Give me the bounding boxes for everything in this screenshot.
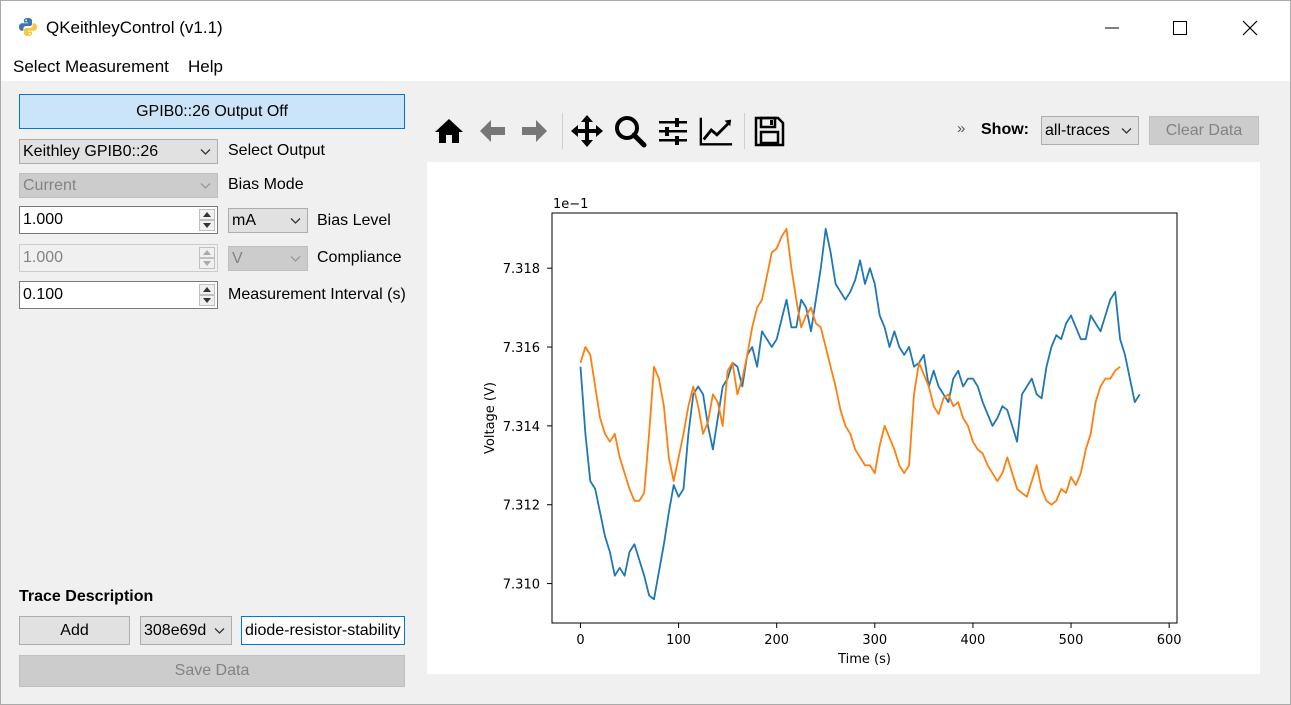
bias-mode-label: Bias Mode bbox=[228, 176, 304, 193]
clear-data-button[interactable]: Clear Data bbox=[1149, 116, 1259, 145]
back-icon bbox=[480, 120, 505, 142]
bias-mode-value: Current bbox=[23, 176, 77, 194]
pan-icon bbox=[571, 115, 603, 147]
bias-level-stepper[interactable] bbox=[199, 209, 215, 231]
x-tick-label: 600 bbox=[1157, 633, 1182, 648]
chevron-down-icon bbox=[290, 255, 301, 262]
bias-unit-select[interactable]: mA bbox=[228, 208, 308, 233]
x-tick-label: 300 bbox=[862, 633, 887, 648]
trace-description-input[interactable]: diode-resistor-stability bbox=[241, 616, 405, 645]
chevron-down-icon bbox=[214, 627, 225, 634]
pan-button[interactable] bbox=[569, 113, 605, 149]
forward-button[interactable] bbox=[517, 113, 553, 149]
show-label: Show: bbox=[981, 121, 1029, 138]
forward-icon bbox=[522, 120, 547, 142]
spin-down-icon[interactable] bbox=[199, 220, 215, 231]
zoom-button[interactable] bbox=[612, 113, 648, 149]
spin-up-icon[interactable] bbox=[199, 209, 215, 220]
title-bar: QKeithleyControl (v1.1) bbox=[1, 1, 1290, 55]
spin-up-icon[interactable] bbox=[199, 284, 215, 295]
maximize-icon bbox=[1173, 21, 1187, 35]
window-title: QKeithleyControl (v1.1) bbox=[46, 18, 223, 37]
save-figure-button[interactable] bbox=[751, 113, 787, 149]
menu-bar: Select Measurement Help bbox=[1, 55, 1290, 81]
chevron-down-icon bbox=[290, 217, 301, 224]
compliance-stepper[interactable] bbox=[199, 247, 215, 269]
series-line-2 bbox=[579, 227, 1121, 506]
maximize-button[interactable] bbox=[1145, 1, 1215, 55]
chevron-down-icon bbox=[1121, 127, 1132, 134]
edit-axis-button[interactable] bbox=[698, 113, 734, 149]
compliance-label: Compliance bbox=[317, 249, 402, 266]
trace-description-heading: Trace Description bbox=[19, 588, 154, 605]
toolbar-separator bbox=[562, 113, 563, 149]
spin-down-icon[interactable] bbox=[199, 295, 215, 306]
spin-down-icon[interactable] bbox=[199, 258, 215, 269]
compliance-value: 1.000 bbox=[23, 249, 64, 266]
toolbar-separator bbox=[744, 113, 745, 149]
add-trace-button[interactable]: Add bbox=[19, 616, 130, 645]
minimize-icon bbox=[1105, 27, 1119, 29]
menu-select-measurement[interactable]: Select Measurement bbox=[13, 57, 169, 77]
interval-stepper[interactable] bbox=[199, 284, 215, 306]
spin-up-icon[interactable] bbox=[199, 247, 215, 258]
y-offset-text: 1e−1 bbox=[553, 197, 588, 212]
show-traces-select[interactable]: all-traces bbox=[1041, 116, 1139, 145]
menu-help[interactable]: Help bbox=[188, 57, 223, 77]
minimize-button[interactable] bbox=[1077, 1, 1147, 55]
bias-unit-value: mA bbox=[232, 211, 256, 229]
x-tick-label: 100 bbox=[666, 633, 691, 648]
chevron-down-icon bbox=[200, 182, 211, 189]
app-window: QKeithleyControl (v1.1) Select Measureme… bbox=[0, 0, 1291, 705]
bias-level-input[interactable]: 1.000 bbox=[19, 206, 218, 234]
y-tick-label: 7.316 bbox=[503, 341, 540, 356]
x-tick-label: 500 bbox=[1059, 633, 1084, 648]
compliance-input[interactable]: 1.000 bbox=[19, 244, 218, 272]
y-tick-label: 7.312 bbox=[503, 499, 540, 514]
y-tick-label: 7.310 bbox=[503, 578, 540, 593]
save-icon bbox=[754, 116, 785, 147]
output-toggle-button[interactable]: GPIB0::26 Output Off bbox=[19, 94, 405, 129]
y-axis-label: Voltage (V) bbox=[483, 382, 498, 454]
interval-input[interactable]: 0.100 bbox=[19, 281, 218, 309]
toolbar-overflow-icon[interactable]: » bbox=[957, 120, 965, 137]
x-tick-label: 0 bbox=[576, 633, 584, 648]
python-logo-icon bbox=[19, 18, 37, 36]
x-axis-label: Time (s) bbox=[837, 652, 891, 667]
y-tick-label: 7.318 bbox=[503, 262, 540, 277]
bias-mode-select[interactable]: Current bbox=[19, 173, 218, 198]
voltage-chart: 0 100 200 300 400 500 600 7.310 7.312 7.314 7.316 7… bbox=[483, 197, 1182, 667]
show-traces-value: all-traces bbox=[1045, 121, 1110, 139]
device-select-value: Keithley GPIB0::26 bbox=[23, 142, 159, 160]
bias-level-value: 1.000 bbox=[23, 211, 64, 228]
home-icon bbox=[435, 119, 463, 143]
configure-subplots-button[interactable] bbox=[655, 113, 691, 149]
device-select[interactable]: Keithley GPIB0::26 bbox=[19, 139, 218, 164]
plot-canvas[interactable]: 0 100 200 300 400 500 600 7.310 7.312 7.314 7.316 7… bbox=[427, 162, 1260, 674]
interval-value: 0.100 bbox=[23, 286, 64, 303]
trace-description-value: diode-resistor-stability bbox=[245, 621, 401, 639]
close-icon bbox=[1242, 20, 1258, 36]
back-button[interactable] bbox=[474, 113, 510, 149]
compliance-unit-value: V bbox=[232, 249, 243, 267]
axes-frame bbox=[551, 212, 1178, 624]
trace-id-select[interactable]: 308e69d bbox=[140, 616, 232, 645]
save-data-button[interactable]: Save Data bbox=[19, 655, 405, 687]
edit-axis-icon bbox=[699, 117, 733, 146]
zoom-icon bbox=[615, 116, 647, 148]
bias-level-label: Bias Level bbox=[317, 212, 391, 229]
home-button[interactable] bbox=[431, 113, 467, 149]
compliance-unit-select[interactable]: V bbox=[228, 246, 308, 271]
configure-icon bbox=[659, 118, 687, 145]
y-tick-label: 7.314 bbox=[503, 420, 540, 435]
chevron-down-icon bbox=[200, 148, 211, 155]
x-tick-label: 200 bbox=[764, 633, 789, 648]
x-tick-label: 400 bbox=[961, 633, 986, 648]
device-label: Select Output bbox=[228, 142, 325, 159]
trace-id-value: 308e69d bbox=[144, 621, 207, 639]
close-button[interactable] bbox=[1215, 1, 1285, 55]
interval-label: Measurement Interval (s) bbox=[228, 286, 406, 303]
